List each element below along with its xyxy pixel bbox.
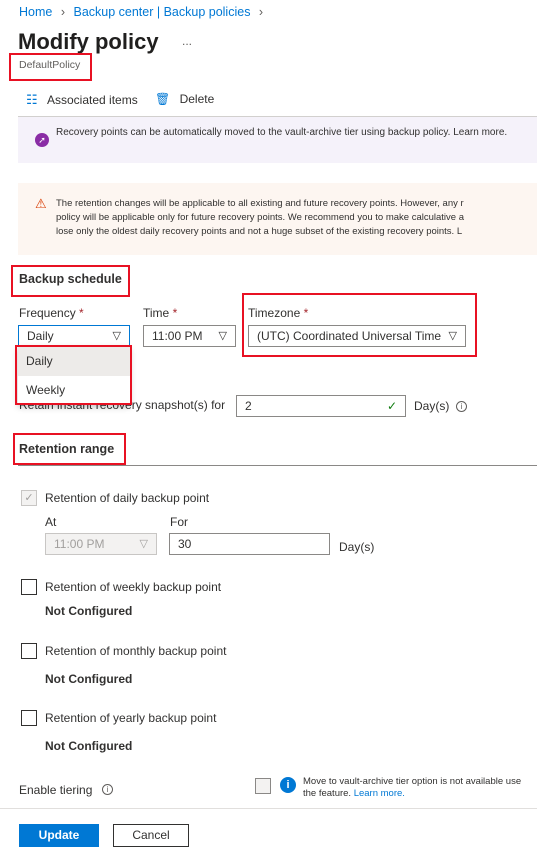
highlight-box xyxy=(13,433,126,465)
monthly-retention-checkbox[interactable] xyxy=(21,643,37,659)
delete-button[interactable]: 🗑 Delete xyxy=(155,92,214,106)
chevron-right-icon: › xyxy=(60,5,65,19)
yearly-status: Not Configured xyxy=(45,739,133,753)
tiering-info-text: Recovery points can be automatically mov… xyxy=(56,127,508,138)
snapshot-input[interactable]: 2 ✓ xyxy=(236,395,406,417)
weekly-retention-checkbox[interactable] xyxy=(21,579,37,595)
highlight-box xyxy=(11,265,130,297)
yearly-retention-label: Retention of yearly backup point xyxy=(45,711,217,725)
update-button[interactable]: Update xyxy=(19,824,99,847)
list-icon: ☷ xyxy=(26,92,38,107)
info-icon[interactable]: i xyxy=(102,784,113,795)
daily-time-value: 11:00 PM xyxy=(54,537,105,551)
required-marker: * xyxy=(172,306,178,320)
highlight-box xyxy=(242,293,477,357)
tiering-message: Move to vault-archive tier option is not… xyxy=(303,776,504,787)
for-label: For xyxy=(170,515,188,529)
frequency-value: Daily xyxy=(27,329,54,343)
breadcrumb-home[interactable]: Home xyxy=(19,5,52,19)
monthly-status: Not Configured xyxy=(45,672,133,686)
breadcrumb-backup-policies[interactable]: Backup center | Backup policies xyxy=(73,5,250,19)
delete-label: Delete xyxy=(179,92,215,106)
daily-time-select[interactable]: 11:00 PM ▽ xyxy=(45,533,157,555)
learn-more-link[interactable]: Learn more. xyxy=(354,788,405,799)
snapshot-value: 2 xyxy=(245,399,252,413)
warning-line: policy will be applicable only for futur… xyxy=(56,212,464,223)
weekly-retention-label: Retention of weekly backup point xyxy=(45,580,222,594)
daily-retention-label: Retention of daily backup point xyxy=(45,491,210,505)
time-label: Time xyxy=(143,306,170,320)
page-title: Modify policy xyxy=(18,29,159,54)
tiering-info-banner: ➚ Recovery points can be automatically m… xyxy=(18,117,537,163)
daily-retention-value: 30 xyxy=(178,537,192,551)
yearly-retention-checkbox[interactable] xyxy=(21,710,37,726)
daily-retention-checkbox[interactable]: ✓ xyxy=(21,490,37,506)
monthly-retention-label: Retention of monthly backup point xyxy=(45,644,227,658)
highlight-box xyxy=(15,345,132,405)
daily-retention-unit: Day(s) xyxy=(339,540,375,554)
info-filled-icon: i xyxy=(280,777,296,793)
snapshot-unit: Day(s) xyxy=(414,399,450,413)
weekly-status: Not Configured xyxy=(45,604,133,618)
required-marker: * xyxy=(79,306,84,320)
associated-items-label: Associated items xyxy=(47,93,138,107)
enable-tiering-checkbox[interactable] xyxy=(255,778,271,794)
at-label: At xyxy=(45,515,57,529)
associated-items-button[interactable]: ☷ Associated items xyxy=(26,92,138,108)
chevron-down-icon: ▽ xyxy=(139,538,148,550)
time-value: 11:00 PM xyxy=(152,329,203,343)
trash-icon: 🗑 xyxy=(155,92,171,106)
info-icon[interactable]: i xyxy=(456,401,467,412)
chevron-right-icon: › xyxy=(258,5,264,19)
breadcrumb: Home › Backup center | Backup policies › xyxy=(19,5,263,19)
more-options-button[interactable]: ... xyxy=(182,34,192,48)
highlight-box xyxy=(9,53,92,81)
frequency-label: Frequency xyxy=(19,306,76,320)
enable-tiering-label: Enable tiering xyxy=(19,783,93,797)
warning-line: lose only the oldest daily recovery poin… xyxy=(56,226,463,237)
chevron-down-icon: ▽ xyxy=(112,330,121,342)
warning-icon: ⚠ xyxy=(35,196,47,211)
rocket-icon: ➚ xyxy=(35,133,49,147)
warning-line: The retention changes will be applicable… xyxy=(56,198,464,209)
chevron-down-icon: ▽ xyxy=(218,330,227,342)
frequency-select[interactable]: Daily ▽ xyxy=(18,325,130,347)
check-icon: ✓ xyxy=(386,399,397,413)
retention-warning-banner: ⚠ The retention changes will be applicab… xyxy=(18,183,537,255)
cancel-button[interactable]: Cancel xyxy=(113,824,189,847)
time-select[interactable]: 11:00 PM ▽ xyxy=(143,325,236,347)
daily-retention-input[interactable]: 30 xyxy=(169,533,330,555)
